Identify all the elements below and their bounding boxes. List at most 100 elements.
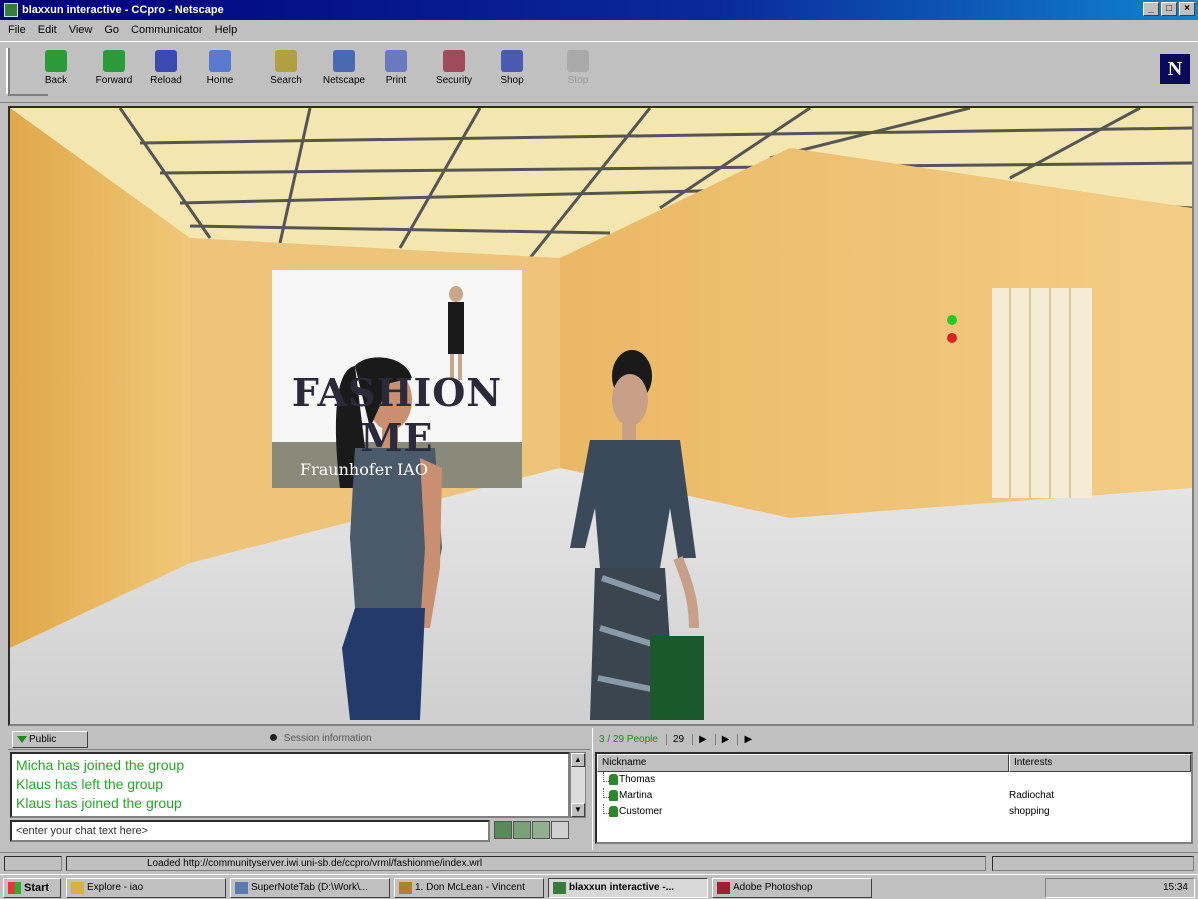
- triangle-icon: [17, 736, 27, 743]
- people-list: Nickname Interests Thomas Martina Radioc…: [595, 752, 1193, 844]
- poster-subtitle: Fraunhofer IAO: [300, 460, 428, 479]
- scroll-down-icon[interactable]: ▼: [571, 803, 585, 817]
- poster-title: FASHION ME: [291, 370, 503, 460]
- tab-public[interactable]: Public: [12, 731, 88, 748]
- menu-file[interactable]: File: [8, 24, 26, 36]
- whisper-button[interactable]: [532, 821, 550, 839]
- task-photoshop[interactable]: Adobe Photoshop: [712, 878, 872, 898]
- netscape-logo[interactable]: N: [1160, 54, 1190, 84]
- search-button[interactable]: Search: [260, 50, 312, 94]
- people-count[interactable]: 3 / 29 People: [599, 734, 658, 745]
- task-winamp[interactable]: 1. Don McLean - Vincent: [394, 878, 544, 898]
- notepad-icon: [235, 882, 248, 894]
- person-icon: [609, 806, 618, 817]
- session-information[interactable]: Session information: [270, 733, 372, 744]
- forward-arrow-icon: [103, 50, 125, 72]
- door[interactable]: [992, 288, 1092, 498]
- green-light[interactable]: [947, 315, 957, 325]
- netscape-window: blaxxun interactive - CCpro - Netscape _…: [0, 0, 1198, 899]
- security-button[interactable]: Security: [428, 50, 480, 94]
- menu-communicator[interactable]: Communicator: [131, 24, 203, 36]
- home-button[interactable]: Home: [194, 50, 246, 94]
- list-item[interactable]: Thomas: [597, 772, 1191, 788]
- filter-icon[interactable]: ▶: [714, 733, 729, 745]
- title-bar: blaxxun interactive - CCpro - Netscape _…: [0, 0, 1198, 20]
- people-count-2[interactable]: 29: [665, 733, 684, 745]
- progress-indicator: [4, 856, 62, 871]
- window-title: blaxxun interactive - CCpro - Netscape: [22, 4, 224, 16]
- status-text: Loaded http://communityserver.iwi.uni-sb…: [66, 856, 986, 871]
- column-nickname[interactable]: Nickname: [597, 754, 1009, 772]
- component-bar[interactable]: [992, 856, 1194, 871]
- stop-button[interactable]: Stop: [552, 50, 604, 94]
- chat-message: Klaus has joined the group: [16, 795, 182, 811]
- taskbar: Start Explore - iao SuperNoteTab (D:\Wor…: [0, 874, 1198, 899]
- print-button[interactable]: Print: [370, 50, 422, 94]
- shopping-bag: [650, 636, 704, 720]
- home-icon: [209, 50, 231, 72]
- person-icon: [609, 774, 618, 785]
- vrml-3d-view[interactable]: FASHION ME Fraunhofer IAO: [8, 106, 1194, 726]
- forward-button[interactable]: Forward: [88, 50, 140, 94]
- chat-log: Micha has joined the group Klaus has lef…: [10, 752, 570, 818]
- netscape-icon: [553, 882, 566, 894]
- red-light[interactable]: [947, 333, 957, 343]
- chat-scrollbar[interactable]: ▲ ▼: [570, 752, 586, 818]
- sort-icon[interactable]: ▶: [737, 733, 752, 745]
- music-icon: [399, 882, 412, 894]
- stop-icon: [567, 50, 589, 72]
- back-arrow-icon: [45, 50, 67, 72]
- clock[interactable]: 15:34: [1163, 882, 1188, 893]
- status-bar: Loaded http://communityserver.iwi.uni-sb…: [0, 852, 1198, 872]
- location-bar-tab[interactable]: [8, 94, 48, 102]
- play-icon[interactable]: ▶: [692, 733, 707, 745]
- netscape-button[interactable]: Netscape: [318, 50, 370, 94]
- menu-view[interactable]: View: [69, 24, 93, 36]
- close-button[interactable]: ×: [1179, 2, 1195, 16]
- menu-bar: File Edit View Go Communicator Help: [0, 20, 1198, 40]
- shop-bag-icon: [501, 50, 523, 72]
- chat-header: Public Session information: [8, 728, 590, 750]
- folder-icon: [71, 882, 84, 894]
- start-button[interactable]: Start: [3, 878, 61, 898]
- system-tray: 15:34: [1045, 878, 1195, 898]
- shop-button[interactable]: Shop: [486, 50, 538, 94]
- chat-input[interactable]: <enter your chat text here>: [10, 820, 490, 842]
- menu-go[interactable]: Go: [104, 24, 119, 36]
- list-item[interactable]: Customer shopping: [597, 804, 1191, 820]
- person-icon: [609, 790, 618, 801]
- photoshop-icon: [717, 882, 730, 894]
- toolbar-grip[interactable]: [6, 48, 10, 94]
- chat-message: Klaus has left the group: [16, 776, 164, 792]
- security-lock-icon: [443, 50, 465, 72]
- column-interests[interactable]: Interests: [1009, 754, 1191, 772]
- scroll-up-icon[interactable]: ▲: [571, 753, 585, 767]
- send-button[interactable]: [494, 821, 512, 839]
- back-button[interactable]: Back: [30, 50, 82, 94]
- chat-panel: Public Session information Micha has joi…: [8, 728, 590, 850]
- reload-icon: [155, 50, 177, 72]
- chat-message: Micha has joined the group: [16, 757, 185, 773]
- menu-edit[interactable]: Edit: [38, 24, 57, 36]
- task-explore[interactable]: Explore - iao: [66, 878, 226, 898]
- minimize-button[interactable]: _: [1143, 2, 1159, 16]
- task-netscape[interactable]: blaxxun interactive -...: [548, 878, 708, 898]
- gesture-button[interactable]: [513, 821, 531, 839]
- print-icon: [385, 50, 407, 72]
- people-toolbar: 3 / 29 People 29 ▶ ▶ ▶: [593, 728, 1193, 750]
- scene-canvas: [10, 108, 1192, 724]
- info-icon: [270, 734, 277, 741]
- people-panel: 3 / 29 People 29 ▶ ▶ ▶ Nickname Interest…: [592, 728, 1194, 850]
- app-icon: [4, 3, 18, 17]
- chat-buttons: [494, 821, 569, 839]
- reload-button[interactable]: Reload: [140, 50, 192, 94]
- more-button[interactable]: [551, 821, 569, 839]
- maximize-button[interactable]: □: [1161, 2, 1177, 16]
- task-supernotetab[interactable]: SuperNoteTab (D:\Work\...: [230, 878, 390, 898]
- netscape-icon: [333, 50, 355, 72]
- navigation-toolbar: Back Forward Reload Home Search Netscape…: [0, 41, 1198, 103]
- menu-help[interactable]: Help: [215, 24, 238, 36]
- search-icon: [275, 50, 297, 72]
- list-item[interactable]: Martina Radiochat: [597, 788, 1191, 804]
- windows-logo-icon: [8, 882, 21, 894]
